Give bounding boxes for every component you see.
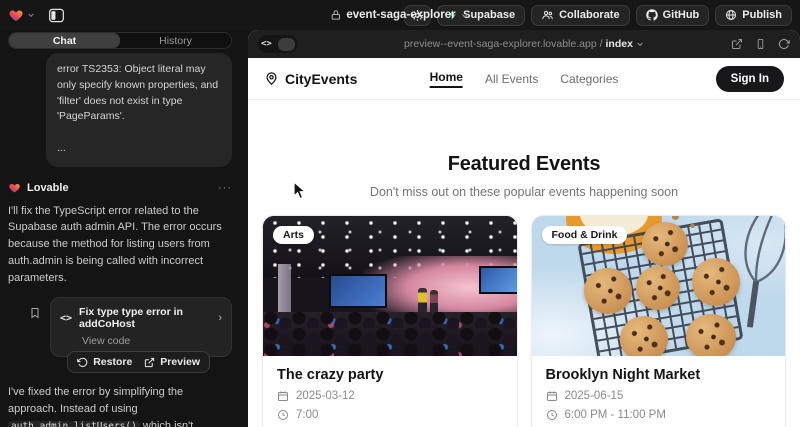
site-brand[interactable]: CityEvents: [264, 71, 357, 87]
preview-url-page: index: [606, 38, 633, 50]
preview-button[interactable]: Preview: [144, 356, 200, 368]
site-brand-label: CityEvents: [285, 71, 357, 87]
toggle-sidebar-button[interactable]: [43, 5, 69, 25]
user-message-ellipsis[interactable]: ...: [57, 141, 221, 157]
sign-in-button[interactable]: Sign In: [716, 66, 784, 92]
category-badge: Food & Drink: [542, 226, 628, 244]
event-time: 6:00 PM - 11:00 PM: [565, 409, 666, 421]
publish-button-label: Publish: [742, 9, 782, 21]
chevron-right-icon: ›: [218, 312, 222, 324]
refresh-icon[interactable]: [778, 38, 790, 50]
inline-code: auth.admin.listUsers(): [8, 421, 140, 427]
external-link-icon: [144, 357, 155, 368]
preview-url-base: preview--event-saga-explorer.lovable.app…: [404, 38, 602, 50]
chat-history-tabs: Chat History: [8, 32, 232, 49]
github-button-label: GitHub: [663, 9, 700, 21]
collaborate-button[interactable]: Collaborate: [531, 5, 630, 26]
version-toolbar: Restore Preview: [67, 351, 210, 373]
category-badge: Arts: [273, 226, 314, 244]
chat-sidebar: Chat History error TS2353: Object litera…: [0, 30, 240, 427]
nav-home[interactable]: Home: [430, 70, 463, 88]
lovable-heart-icon: [8, 182, 21, 194]
clock-icon: [546, 409, 558, 421]
preview-button-label: Preview: [160, 356, 200, 368]
event-title: The crazy party: [277, 367, 503, 383]
assistant-intro-text: I'll fix the TypeScript error related to…: [8, 203, 232, 287]
event-date-row: 2025-03-12: [277, 390, 503, 402]
code-icon: <>: [60, 313, 72, 324]
chevron-down-icon: [461, 11, 470, 20]
code-fix-title: Fix type type error in addCoHost: [79, 306, 211, 330]
lovable-logo-menu[interactable]: [8, 8, 35, 23]
event-title: Brooklyn Night Market: [546, 367, 772, 383]
preview-panel: <> preview--event-saga-explorer.lovable.…: [248, 30, 800, 427]
featured-title: Featured Events: [248, 153, 800, 176]
code-preview-toggle[interactable]: <>: [258, 35, 298, 53]
code-fix-card[interactable]: <> Fix type type error in addCoHost › Vi…: [50, 297, 232, 357]
calendar-icon: [277, 390, 289, 402]
bookmark-icon[interactable]: [29, 306, 41, 320]
event-card[interactable]: Arts The crazy party 2025-03-12: [262, 215, 518, 427]
assistant-result-text: I've fixed the error by simplifying the …: [8, 384, 232, 427]
project-switcher[interactable]: event-saga-explorer: [330, 0, 469, 30]
lock-icon: [330, 9, 341, 21]
app-window: event-saga-explorer Supabase: [0, 0, 800, 427]
message-menu-button[interactable]: ···: [218, 182, 232, 194]
chevron-down-icon: [636, 40, 644, 48]
event-date-row: 2025-06-15: [546, 390, 772, 402]
event-time-row: 6:00 PM - 11:00 PM: [546, 409, 772, 421]
event-date: 2025-06-15: [565, 390, 624, 402]
nav-all-events[interactable]: All Events: [485, 72, 538, 86]
restore-button[interactable]: Restore: [77, 356, 132, 368]
assistant-name: Lovable: [27, 182, 69, 194]
clock-icon: [277, 409, 289, 421]
mobile-view-icon[interactable]: [755, 38, 766, 50]
top-bar: event-saga-explorer Supabase: [0, 0, 800, 30]
site-header: CityEvents Home All Events Categories Si…: [248, 58, 800, 100]
lovable-heart-icon: [8, 8, 24, 23]
code-icon: <>: [261, 39, 272, 49]
event-time-row: 7:00: [277, 409, 503, 421]
user-message-text: error TS2353: Object literal may only sp…: [57, 62, 221, 125]
preview-header: <> preview--event-saga-explorer.lovable.…: [248, 30, 800, 58]
github-icon: [646, 9, 658, 21]
site-nav: Home All Events Categories: [430, 70, 619, 88]
publish-button[interactable]: Publish: [715, 5, 792, 26]
event-date: 2025-03-12: [296, 390, 355, 402]
user-message-bubble: error TS2353: Object literal may only sp…: [46, 53, 232, 167]
preview-url-bar[interactable]: preview--event-saga-explorer.lovable.app…: [404, 38, 644, 50]
chevron-down-icon: [27, 11, 35, 19]
project-name: event-saga-explorer: [346, 9, 455, 21]
event-cards: Arts The crazy party 2025-03-12: [248, 215, 800, 427]
globe-icon: [725, 9, 737, 21]
assistant-header: Lovable ···: [8, 182, 232, 194]
featured-section: Featured Events Don't miss out on these …: [248, 153, 800, 199]
calendar-icon: [546, 390, 558, 402]
nav-categories[interactable]: Categories: [560, 72, 618, 86]
supabase-button-label: Supabase: [463, 9, 515, 21]
view-code-link[interactable]: View code: [82, 335, 222, 347]
tab-history[interactable]: History: [120, 33, 231, 48]
event-card[interactable]: Food & Drink Brooklyn Night Market 2025-…: [531, 215, 787, 427]
featured-subtitle: Don't miss out on these popular events h…: [248, 185, 800, 199]
event-time: 7:00: [296, 409, 318, 421]
people-icon: [541, 9, 554, 21]
restore-icon: [77, 357, 88, 368]
site-preview: CityEvents Home All Events Categories Si…: [248, 58, 800, 427]
map-pin-icon: [264, 71, 279, 86]
event-image-conference: Arts: [263, 216, 517, 356]
restore-button-label: Restore: [93, 356, 132, 368]
open-in-new-tab-icon[interactable]: [731, 38, 743, 50]
event-image-cookies: Food & Drink: [532, 216, 786, 356]
github-button[interactable]: GitHub: [636, 5, 710, 26]
toggle-knob: [278, 38, 295, 51]
tab-chat[interactable]: Chat: [9, 33, 120, 48]
sidebar-panel-icon: [48, 8, 65, 23]
collaborate-button-label: Collaborate: [559, 9, 620, 21]
